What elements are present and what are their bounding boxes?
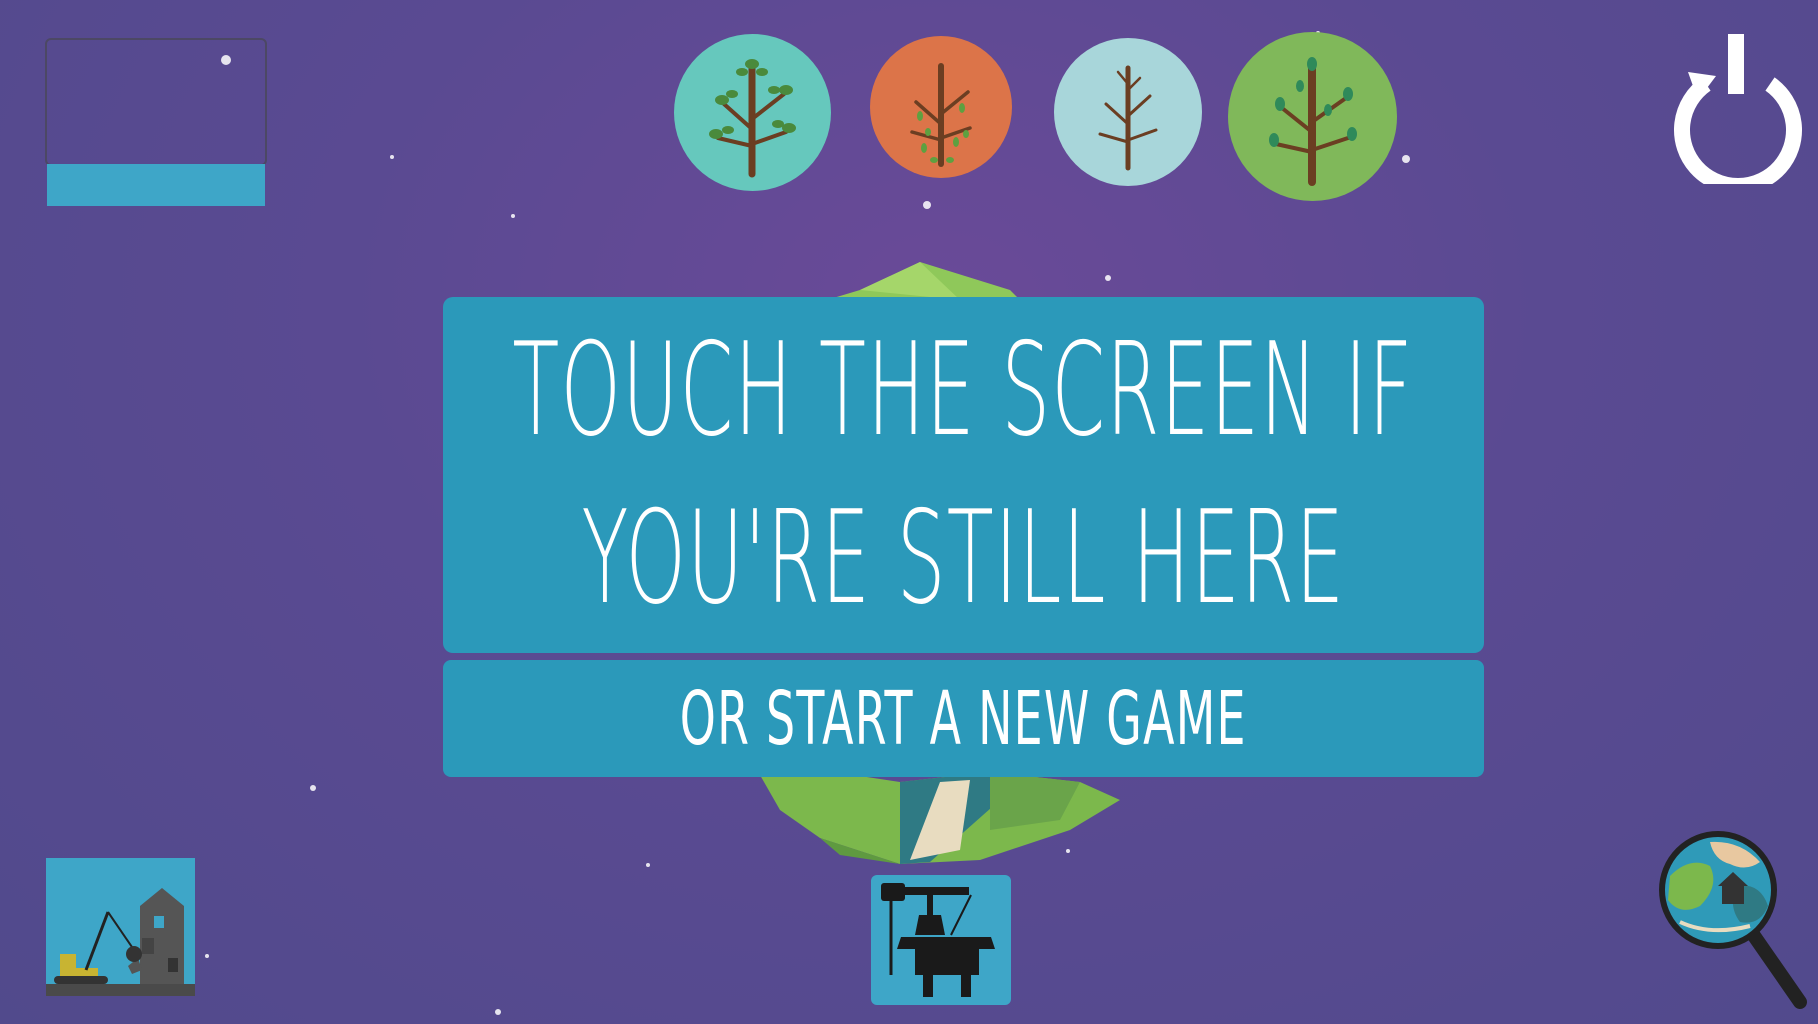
autumn-tree-icon [910,63,972,167]
autumn-icon[interactable] [870,36,1012,178]
level-panel [45,38,267,208]
oil-rig-tool-button[interactable] [871,875,1011,1005]
spring-icon[interactable] [674,34,831,191]
power-icon [1674,34,1802,194]
level-bar [47,164,265,206]
spring-tree-icon [709,59,796,178]
new-game-button[interactable]: or start a new game [443,660,1484,777]
demolish-tool-button[interactable] [46,858,195,996]
message-line-1: Touch the screen if [512,316,1415,465]
still-here-message[interactable]: Touch the screen if you're still here [443,297,1484,653]
level-frame [45,38,267,166]
winter-icon[interactable] [1054,38,1202,186]
power-button[interactable] [1668,32,1808,194]
summer-icon[interactable] [1228,32,1397,201]
summer-tree-icon [1269,57,1357,186]
demolish-icon [46,888,195,996]
winter-tree-icon [1098,65,1158,171]
inspect-world-button[interactable] [1650,826,1808,1016]
magnifier-globe-icon [1659,831,1807,1009]
message-line-2: you're still here [581,484,1346,633]
new-game-label: or start a new game [679,675,1247,762]
oil-rig-icon [881,883,995,997]
